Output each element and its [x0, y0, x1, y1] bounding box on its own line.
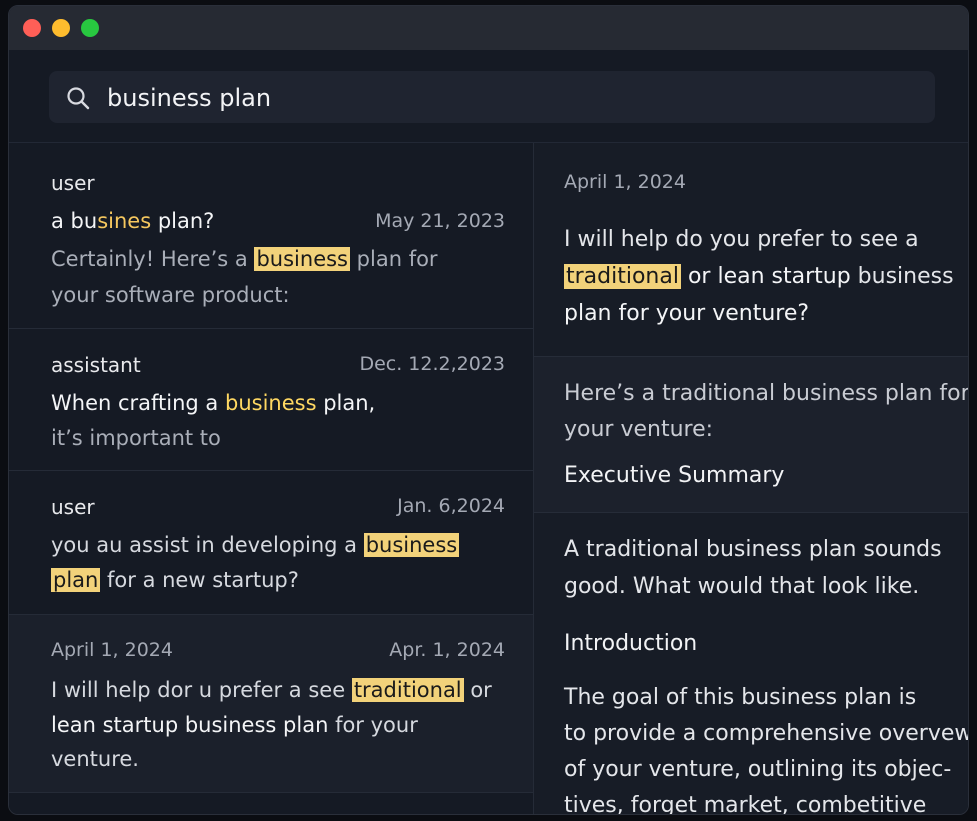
message-heading: Introduction	[564, 631, 698, 656]
result-snippet-line: your software product:	[51, 283, 290, 307]
search-highlight: plan	[51, 568, 101, 592]
message-line: I will help do you prefer to see a	[564, 227, 919, 252]
title-bar	[9, 6, 968, 51]
message-heading: Executive Summary	[564, 463, 785, 488]
conversation-detail: April 1, 2024 I will help do you prefer …	[534, 143, 968, 814]
message-line: traditional or lean startup business	[564, 264, 954, 289]
result-snippet-line: When crafting a business plan,	[51, 391, 376, 415]
message-block: Here’s a traditional business plan for y…	[534, 357, 968, 513]
message-line: to provide a comprehensive overvew	[564, 721, 969, 746]
message-line: of your venture, outlining its objec-	[564, 757, 952, 782]
result-item[interactable]: assistant Dec. 12.2,2023 When crafting a…	[9, 329, 533, 471]
zoom-window-button[interactable]	[81, 19, 99, 37]
message-line: your venture:	[564, 417, 714, 442]
search-box[interactable]	[49, 71, 935, 123]
message-line: tives, forget market, combetitive	[564, 793, 927, 815]
search-highlight: traditional	[351, 678, 464, 702]
result-role: assistant	[51, 353, 141, 377]
result-snippet-line: I will help dor u prefer a see tradition…	[51, 678, 492, 702]
result-item[interactable]: user Jan. 6,2024 you au assist in develo…	[9, 471, 533, 615]
result-title: a busines plan?	[51, 209, 215, 233]
result-date: May 21, 2023	[375, 210, 505, 232]
message-line: Here’s a traditional business plan for	[564, 381, 969, 406]
search-area	[9, 50, 968, 143]
search-highlight: business	[363, 533, 460, 557]
message-block: April 1, 2024 I will help do you prefer …	[534, 143, 968, 357]
message-line: The goal of this business plan is	[564, 685, 917, 710]
result-item-selected[interactable]: April 1, 2024 Apr. 1, 2024 I will help d…	[9, 615, 533, 793]
app-window: user a busines plan? May 21, 2023 Certai…	[8, 5, 969, 815]
result-date-secondary: April 1, 2024	[51, 639, 173, 661]
message-line: good. What would that look like.	[564, 574, 920, 599]
result-snippet-line: it’s important to	[51, 426, 221, 450]
result-snippet-line: Certainly! Here’s a business plan for	[51, 247, 438, 271]
search-icon	[67, 87, 90, 110]
result-item[interactable]: user a busines plan? May 21, 2023 Certai…	[9, 143, 533, 329]
message-block: A traditional business plan sounds good.…	[534, 513, 969, 815]
message-line: plan for your venture?	[564, 301, 810, 326]
message-date: April 1, 2024	[564, 171, 686, 193]
close-window-button[interactable]	[23, 19, 41, 37]
message-line: A traditional business plan sounds	[564, 537, 942, 562]
result-date: Dec. 12.2,2023	[359, 353, 505, 375]
result-snippet-line: you au assist in developing a business	[51, 533, 460, 557]
result-date: Apr. 1, 2024	[389, 639, 505, 661]
result-date: Jan. 6,2024	[397, 495, 505, 517]
result-snippet-line: plan for a new startup?	[51, 568, 299, 592]
search-input[interactable]	[105, 81, 909, 115]
result-snippet-line: lean startup business plan for your	[51, 713, 418, 737]
result-role: user	[51, 171, 95, 195]
result-snippet-line: venture.	[51, 747, 139, 771]
minimize-window-button[interactable]	[52, 19, 70, 37]
result-role: user	[51, 495, 95, 519]
results-list: user a busines plan? May 21, 2023 Certai…	[9, 143, 534, 814]
search-highlight: business	[254, 247, 350, 271]
search-highlight: traditional	[564, 264, 681, 289]
